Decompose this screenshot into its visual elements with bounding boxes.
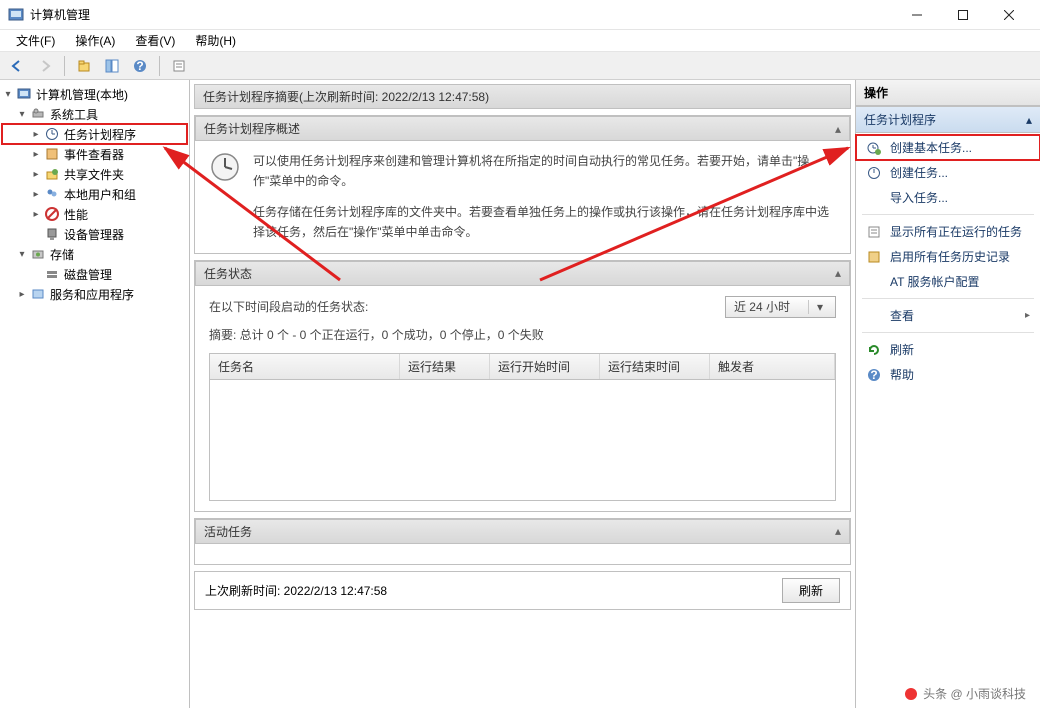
menubar: 文件(F) 操作(A) 查看(V) 帮助(H) bbox=[0, 30, 1040, 52]
menu-view[interactable]: 查看(V) bbox=[125, 30, 185, 51]
tree-storage[interactable]: ▾存储 bbox=[2, 244, 187, 264]
clock-icon bbox=[209, 151, 241, 189]
menu-action[interactable]: 操作(A) bbox=[65, 30, 125, 51]
close-button[interactable] bbox=[986, 0, 1032, 30]
active-tasks-panel: 活动任务▴ bbox=[194, 518, 851, 565]
tree-root[interactable]: ▾计算机管理(本地) bbox=[2, 84, 187, 104]
status-line1: 在以下时间段启动的任务状态: bbox=[209, 298, 368, 315]
separator bbox=[862, 298, 1034, 299]
tree-shared-folders[interactable]: ▸共享文件夹 bbox=[2, 164, 187, 184]
overview-text-2: 任务存储在任务计划程序库的文件夹中。若要查看单独任务上的操作或执行该操作，请在任… bbox=[253, 202, 836, 243]
chevron-right-icon: ▸ bbox=[1025, 310, 1030, 321]
status-table: 任务名 运行结果 运行开始时间 运行结束时间 触发者 bbox=[209, 353, 836, 501]
import-icon bbox=[866, 190, 882, 206]
show-hide-tree-button[interactable] bbox=[101, 55, 123, 77]
help-button[interactable]: ? bbox=[129, 55, 151, 77]
collapse-icon[interactable]: ▴ bbox=[1026, 113, 1032, 127]
back-button[interactable] bbox=[6, 55, 28, 77]
forward-button[interactable] bbox=[34, 55, 56, 77]
svg-text:?: ? bbox=[870, 368, 877, 382]
clock-icon bbox=[866, 165, 882, 181]
tree-system-tools[interactable]: ▾系统工具 bbox=[2, 104, 187, 124]
chevron-down-icon: ▾ bbox=[808, 300, 835, 314]
tree-pane: ▾计算机管理(本地) ▾系统工具 ▸任务计划程序 ▸事件查看器 ▸共享文件夹 ▸… bbox=[0, 80, 190, 708]
nav-tree[interactable]: ▾计算机管理(本地) ▾系统工具 ▸任务计划程序 ▸事件查看器 ▸共享文件夹 ▸… bbox=[2, 84, 187, 304]
up-button[interactable] bbox=[73, 55, 95, 77]
collapse-icon[interactable]: ▴ bbox=[835, 122, 841, 136]
separator bbox=[862, 214, 1034, 215]
window-title: 计算机管理 bbox=[30, 6, 894, 23]
table-body bbox=[210, 380, 835, 500]
clock-plus-icon bbox=[866, 140, 882, 156]
action-at-service[interactable]: AT 服务帐户配置 bbox=[856, 269, 1040, 294]
separator bbox=[862, 332, 1034, 333]
collapse-icon[interactable]: ▴ bbox=[835, 524, 841, 538]
menu-file[interactable]: 文件(F) bbox=[6, 30, 65, 51]
help-icon: ? bbox=[866, 367, 882, 383]
tree-task-scheduler[interactable]: ▸任务计划程序 bbox=[2, 124, 187, 144]
app-icon bbox=[8, 7, 24, 23]
maximize-button[interactable] bbox=[940, 0, 986, 30]
col-end[interactable]: 运行结束时间 bbox=[600, 354, 710, 379]
tree-device-manager[interactable]: 设备管理器 bbox=[2, 224, 187, 244]
action-create-task[interactable]: 创建任务... bbox=[856, 160, 1040, 185]
col-name[interactable]: 任务名 bbox=[210, 354, 400, 379]
svg-text:?: ? bbox=[136, 59, 143, 73]
refresh-button[interactable]: 刷新 bbox=[782, 578, 840, 603]
action-enable-history[interactable]: 启用所有任务历史记录 bbox=[856, 244, 1040, 269]
tree-performance[interactable]: ▸性能 bbox=[2, 204, 187, 224]
status-panel: 任务状态▴ 在以下时间段启动的任务状态: 近 24 小时▾ 摘要: 总计 0 个… bbox=[194, 260, 851, 512]
properties-button[interactable] bbox=[168, 55, 190, 77]
active-tasks-header: 活动任务▴ bbox=[195, 519, 850, 544]
minimize-button[interactable] bbox=[894, 0, 940, 30]
tree-disk-management[interactable]: 磁盘管理 bbox=[2, 264, 187, 284]
overview-text-1: 可以使用任务计划程序来创建和管理计算机将在所指定的时间自动执行的常见任务。若要开… bbox=[253, 151, 836, 192]
toolbar-separator bbox=[64, 56, 65, 76]
history-icon bbox=[866, 249, 882, 265]
list-icon bbox=[866, 224, 882, 240]
action-show-running[interactable]: 显示所有正在运行的任务 bbox=[856, 219, 1040, 244]
last-refresh-label: 上次刷新时间: 2022/2/13 12:47:58 bbox=[205, 582, 387, 599]
time-range-combo[interactable]: 近 24 小时▾ bbox=[725, 296, 836, 318]
tree-local-users[interactable]: ▸本地用户和组 bbox=[2, 184, 187, 204]
collapse-icon[interactable]: ▴ bbox=[835, 266, 841, 280]
overview-panel: 任务计划程序概述▴ 可以使用任务计划程序来创建和管理计算机将在所指定的时间自动执… bbox=[194, 115, 851, 254]
center-pane: 任务计划程序摘要(上次刷新时间: 2022/2/13 12:47:58) 任务计… bbox=[190, 80, 855, 708]
actions-group-header: 任务计划程序▴ bbox=[856, 106, 1040, 133]
col-trigger[interactable]: 触发者 bbox=[710, 354, 835, 379]
menu-help[interactable]: 帮助(H) bbox=[185, 30, 246, 51]
action-help[interactable]: ?帮助 bbox=[856, 362, 1040, 387]
tree-event-viewer[interactable]: ▸事件查看器 bbox=[2, 144, 187, 164]
action-import-task[interactable]: 导入任务... bbox=[856, 185, 1040, 210]
col-result[interactable]: 运行结果 bbox=[400, 354, 490, 379]
main-area: ▾计算机管理(本地) ▾系统工具 ▸任务计划程序 ▸事件查看器 ▸共享文件夹 ▸… bbox=[0, 80, 1040, 708]
actions-pane: 操作 任务计划程序▴ 创建基本任务... 创建任务... 导入任务... 显示所… bbox=[855, 80, 1040, 708]
toolbar: ? bbox=[0, 52, 1040, 80]
overview-header: 任务计划程序概述▴ bbox=[195, 116, 850, 141]
status-header: 任务状态▴ bbox=[195, 261, 850, 286]
actions-pane-title: 操作 bbox=[856, 80, 1040, 106]
col-start[interactable]: 运行开始时间 bbox=[490, 354, 600, 379]
footer-row: 上次刷新时间: 2022/2/13 12:47:58 刷新 bbox=[194, 571, 851, 610]
action-create-basic-task[interactable]: 创建基本任务... bbox=[856, 135, 1040, 160]
watermark: 头条 @ 小雨谈科技 bbox=[905, 685, 1026, 702]
status-summary: 摘要: 总计 0 个 - 0 个正在运行，0 个成功，0 个停止，0 个失败 bbox=[209, 326, 836, 343]
action-refresh[interactable]: 刷新 bbox=[856, 337, 1040, 362]
toolbar-separator bbox=[159, 56, 160, 76]
action-view[interactable]: 查看▸ bbox=[856, 303, 1040, 328]
titlebar: 计算机管理 bbox=[0, 0, 1040, 30]
refresh-icon bbox=[866, 342, 882, 358]
table-header: 任务名 运行结果 运行开始时间 运行结束时间 触发者 bbox=[210, 354, 835, 380]
summary-header: 任务计划程序摘要(上次刷新时间: 2022/2/13 12:47:58) bbox=[194, 84, 851, 109]
tree-services-apps[interactable]: ▸服务和应用程序 bbox=[2, 284, 187, 304]
